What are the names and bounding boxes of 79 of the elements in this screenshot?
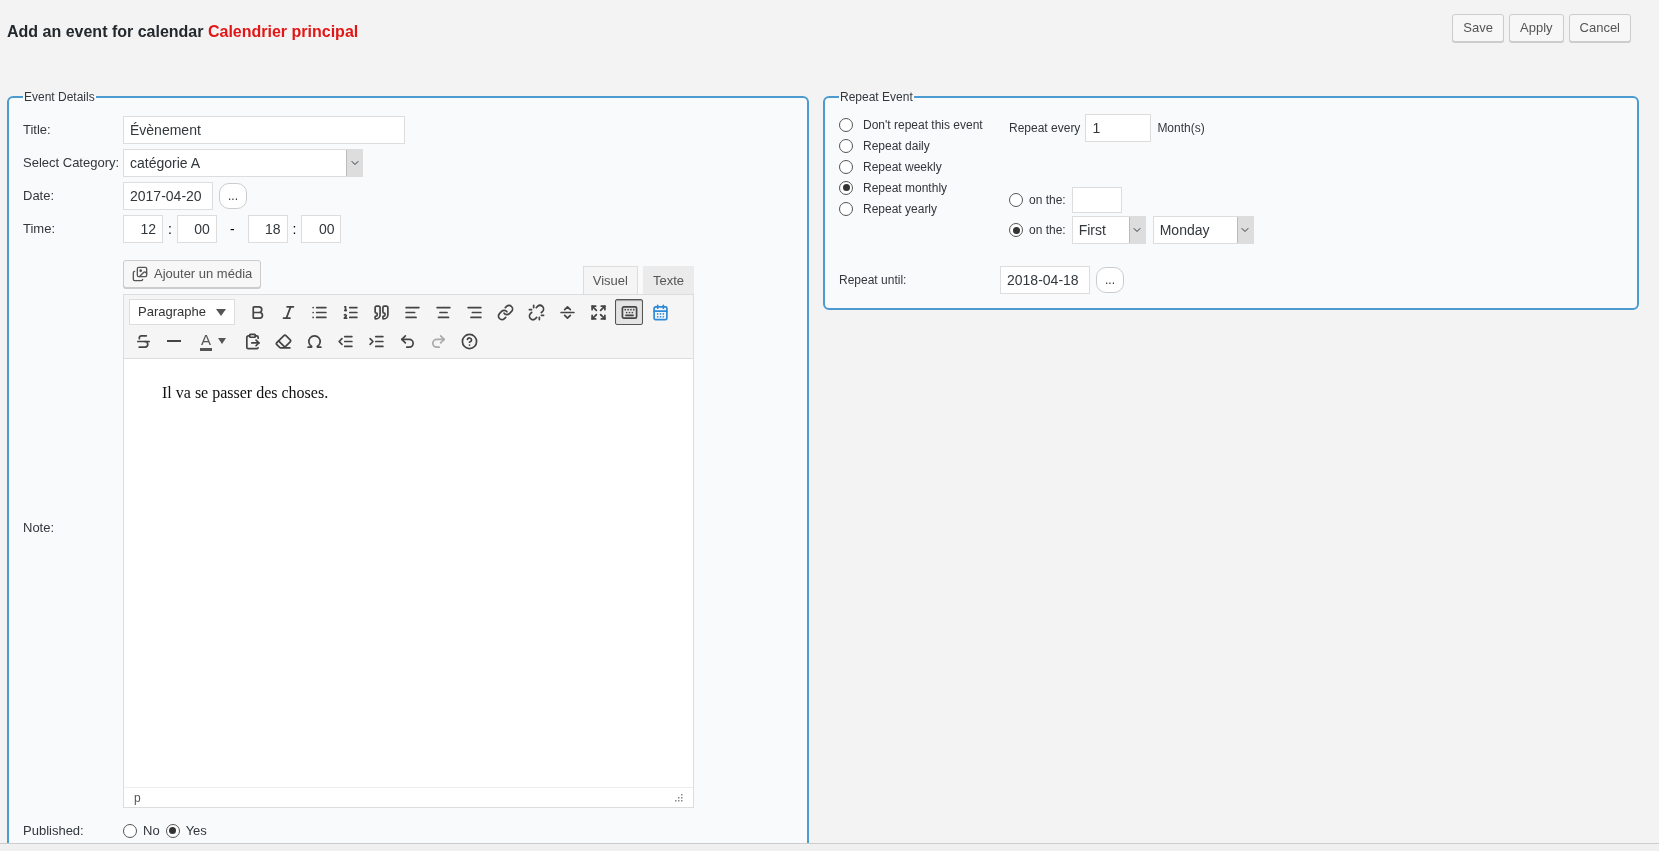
radio-button[interactable] [839, 117, 853, 132]
element-path: p [134, 789, 141, 807]
date-picker-button[interactable]: ... [1096, 267, 1124, 293]
text-color-button[interactable]: A [191, 328, 235, 354]
horizontal-line-icon [167, 340, 181, 342]
radio-label: on the: [1029, 192, 1066, 209]
horizontal-scrollbar[interactable] [0, 843, 1659, 851]
format-dropdown[interactable]: Paragraphe [129, 299, 235, 325]
caret-icon [218, 338, 226, 344]
time-colon: : [292, 219, 297, 239]
radio-button[interactable] [1009, 193, 1023, 207]
minute-field[interactable]: 00 [301, 215, 342, 243]
resize-handle-icon [674, 793, 683, 802]
action-button[interactable]: Save [1452, 14, 1504, 42]
radio-label: Repeat weekly [863, 158, 942, 176]
panel-legend: Repeat Event [839, 88, 914, 106]
interval-field[interactable]: 1 [1085, 114, 1152, 142]
editor-tab[interactable]: Texte [642, 266, 694, 294]
time-separator: - [229, 219, 235, 239]
radio-label: on the: [1029, 222, 1066, 239]
unlink-icon [527, 303, 545, 321]
date-picker-button[interactable]: ... [219, 183, 247, 209]
page-title: Add an event for calendar Calendrier principal [7, 22, 359, 42]
redo-icon [429, 332, 447, 350]
radio-button[interactable] [1009, 223, 1023, 237]
unit-label: Month(s) [1157, 120, 1205, 137]
radio-label: Repeat monthly [863, 179, 948, 197]
hour-field[interactable]: 18 [247, 215, 288, 243]
field-label: Repeat every [1009, 120, 1081, 137]
fullscreen-icon [589, 303, 607, 321]
read-more-icon [558, 303, 576, 321]
omega-icon [305, 332, 323, 350]
keyboard-button[interactable] [615, 299, 643, 325]
add-media-button[interactable]: Ajouter un média [123, 260, 262, 288]
radio-label: No [143, 822, 160, 840]
action-button[interactable]: Cancel [1568, 14, 1631, 42]
date-field[interactable]: 2017-04-20 [123, 182, 213, 210]
editor-text: Il va se passer des choses. [162, 383, 330, 404]
radio-label: Repeat yearly [863, 200, 938, 218]
radio-button[interactable] [165, 823, 180, 838]
radio-label: Don't repeat this event [863, 116, 983, 134]
strikethrough-icon [134, 332, 152, 350]
field-label: Title: [23, 121, 52, 140]
radio-button[interactable] [123, 823, 137, 838]
day-field[interactable] [1071, 187, 1122, 213]
radio-button[interactable] [839, 201, 853, 216]
radio-button[interactable] [839, 159, 853, 174]
keyboard-icon [620, 303, 638, 321]
action-button[interactable]: Apply [1509, 14, 1564, 42]
field-label: Repeat until: [839, 272, 908, 289]
paste-icon [243, 332, 261, 350]
panel-legend: Event Details [23, 88, 96, 106]
field-label: Date: [23, 187, 56, 206]
help-icon [460, 332, 478, 350]
media-icon [132, 266, 148, 282]
field-label: Select Category: [23, 154, 121, 173]
radio-button[interactable] [839, 138, 853, 153]
quote-icon [372, 303, 390, 321]
time-colon: : [168, 219, 172, 239]
weekday-select[interactable]: Monday [1152, 216, 1254, 244]
undo-icon [398, 332, 416, 350]
field-label: Time: [23, 220, 57, 239]
numbered-list-icon [341, 303, 359, 321]
title-field[interactable]: Évènement [123, 116, 405, 144]
hour-field[interactable]: 12 [123, 215, 163, 243]
field-label: Note: [23, 519, 56, 538]
eraser-icon [274, 332, 292, 350]
editor-tab[interactable]: Visuel [582, 266, 638, 294]
caret-icon [216, 308, 226, 316]
minute-field[interactable]: 00 [176, 215, 217, 243]
field-label: Published: [23, 822, 85, 840]
category-select[interactable]: catégorie A [123, 149, 363, 177]
calendar-icon [651, 303, 669, 321]
week-select[interactable]: First [1071, 216, 1146, 244]
radio-label: Yes [185, 822, 207, 840]
radio-button[interactable] [839, 180, 853, 195]
link-icon [496, 303, 514, 321]
radio-label: Repeat daily [863, 137, 930, 155]
until-date-field[interactable]: 2018-04-18 [1000, 266, 1090, 294]
